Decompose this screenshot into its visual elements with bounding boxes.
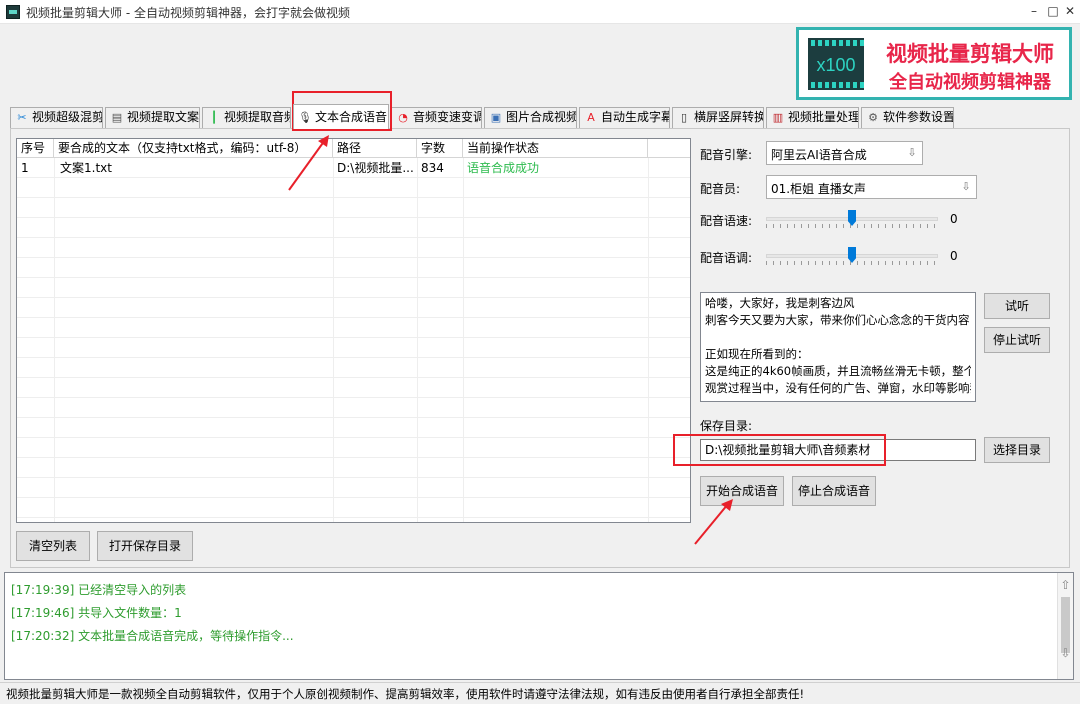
scroll-down-icon[interactable]: ⇩ bbox=[1059, 643, 1072, 663]
app-icon bbox=[6, 5, 20, 19]
speed-value: 0 bbox=[950, 212, 958, 226]
listen-button[interactable]: 试听 bbox=[984, 293, 1050, 319]
column-header[interactable]: 序号 bbox=[17, 139, 54, 158]
log-scrollbar[interactable]: ⇧ ⇩ bbox=[1057, 573, 1073, 679]
file-list[interactable]: 序号 要合成的文本（仅支持txt格式，编码：utf-8） 路径 字数 当前操作状… bbox=[16, 138, 691, 523]
pitch-slider[interactable] bbox=[766, 246, 938, 266]
log-line: [17:19:46] 共导入文件数量：1 bbox=[11, 606, 182, 620]
log-line: [17:19:39] 已经清空导入的列表 bbox=[11, 583, 187, 597]
scissors-icon: ✂ bbox=[17, 111, 27, 124]
gear-icon: ⚙ bbox=[868, 111, 878, 124]
tab-video-mix[interactable]: ✂ 视频超级混剪 bbox=[10, 107, 103, 128]
microphone-icon: 🎙 bbox=[298, 111, 312, 124]
tab-settings[interactable]: ⚙ 软件参数设置 bbox=[861, 107, 954, 128]
log-line: [17:20:32] 文本批量合成语音完成，等待操作指令... bbox=[11, 629, 294, 643]
document-icon: ▤ bbox=[111, 111, 123, 124]
pitch-value: 0 bbox=[950, 249, 958, 263]
film-icon: ▥ bbox=[772, 111, 784, 124]
subtitle-icon: A bbox=[587, 111, 595, 124]
table-row[interactable]: 1 文案1.txt D:\视频批量... 834 语音合成成功 bbox=[17, 158, 690, 178]
film-logo-icon: x100 bbox=[808, 38, 864, 90]
dropdown-arrow-icon: ⇩ bbox=[961, 180, 971, 193]
status-text: 语音合成成功 bbox=[467, 161, 540, 175]
engine-label: 配音引擎: bbox=[700, 148, 753, 162]
preview-text-area[interactable]: 哈喽，大家好，我是刺客边风 刺客今天又要为大家，带来你们心心念念的干货内容， 正… bbox=[700, 292, 976, 402]
column-header[interactable]: 字数 bbox=[417, 139, 463, 158]
tab-text-to-speech[interactable]: 🎙 文本合成语音 bbox=[293, 104, 389, 129]
brand-logo: x100 视频批量剪辑大师 全自动视频剪辑神器 bbox=[796, 27, 1072, 100]
open-save-dir-button[interactable]: 打开保存目录 bbox=[97, 531, 193, 561]
column-header[interactable]: 当前操作状态 bbox=[463, 139, 648, 158]
status-text: 视频批量剪辑大师是一款视频全自动剪辑软件，仅用于个人原创视频制作、提高剪辑效率，… bbox=[6, 687, 805, 701]
tab-image-to-video[interactable]: ▣ 图片合成视频 bbox=[484, 107, 577, 128]
tab-auto-subtitle[interactable]: A 自动生成字幕 bbox=[579, 107, 670, 128]
tab-audio-speed[interactable]: ◔ 音频变速变调 bbox=[391, 107, 482, 128]
column-header-empty bbox=[648, 139, 690, 158]
window-title: 视频批量剪辑大师 - 全自动视频剪辑神器，会打字就会做视频 bbox=[26, 6, 350, 20]
tab-orientation[interactable]: ▯ 横屏竖屏转换 bbox=[672, 107, 764, 128]
gauge-icon: ◔ bbox=[398, 111, 408, 124]
dropdown-arrow-icon: ⇩ bbox=[907, 146, 917, 159]
speed-label: 配音语速: bbox=[700, 214, 753, 228]
tab-extract-audio[interactable]: ┃ 视频提取音频 bbox=[202, 107, 291, 128]
logo-subtitle: 全自动视频剪辑神器 bbox=[889, 72, 1051, 93]
tab-batch-process[interactable]: ▥ 视频批量处理 bbox=[766, 107, 859, 128]
pitch-label: 配音语调: bbox=[700, 251, 753, 265]
column-header[interactable]: 路径 bbox=[333, 139, 417, 158]
log-panel[interactable]: [17:19:39] 已经清空导入的列表 [17:19:46] 共导入文件数量：… bbox=[4, 572, 1074, 680]
audio-wave-icon: ┃ bbox=[210, 111, 218, 124]
clear-list-button[interactable]: 清空列表 bbox=[16, 531, 90, 561]
speed-slider[interactable] bbox=[766, 209, 938, 229]
status-bar: 视频批量剪辑大师是一款视频全自动剪辑软件，仅用于个人原创视频制作、提高剪辑效率，… bbox=[0, 682, 1080, 704]
image-icon: ▣ bbox=[490, 111, 502, 124]
maximize-button[interactable]: □ bbox=[1045, 3, 1061, 19]
annotation-arrow-icon bbox=[288, 135, 329, 191]
tab-strip: ✂ 视频超级混剪 ▤ 视频提取文案 ┃ 视频提取音频 🎙 文本合成语音 ◔ 音频变速变调 … bbox=[10, 104, 1070, 129]
scroll-up-icon[interactable]: ⇧ bbox=[1059, 575, 1072, 595]
annotation-arrow-icon bbox=[694, 499, 733, 545]
stop-synthesis-button[interactable]: 停止合成语音 bbox=[792, 476, 876, 506]
list-header: 序号 要合成的文本（仅支持txt格式，编码：utf-8） 路径 字数 当前操作状… bbox=[17, 139, 690, 158]
choose-dir-button[interactable]: 选择目录 bbox=[984, 437, 1050, 463]
annotation-highlight-save-dir bbox=[673, 434, 886, 466]
engine-select[interactable]: 阿里云AI语音合成 ⇩ bbox=[766, 141, 923, 165]
logo-title: 视频批量剪辑大师 bbox=[886, 42, 1054, 66]
voice-label: 配音员: bbox=[700, 182, 741, 196]
minimize-button[interactable]: – bbox=[1026, 3, 1042, 19]
voice-select[interactable]: 01.柜姐 直播女声 ⇩ bbox=[766, 175, 977, 199]
close-button[interactable]: ✕ bbox=[1062, 3, 1078, 19]
save-dir-label: 保存目录: bbox=[700, 419, 753, 433]
rotate-screen-icon: ▯ bbox=[680, 111, 688, 124]
stop-listen-button[interactable]: 停止试听 bbox=[984, 327, 1050, 353]
tab-extract-copy[interactable]: ▤ 视频提取文案 bbox=[105, 107, 200, 128]
title-bar: 视频批量剪辑大师 - 全自动视频剪辑神器，会打字就会做视频 – □ ✕ bbox=[0, 0, 1080, 24]
